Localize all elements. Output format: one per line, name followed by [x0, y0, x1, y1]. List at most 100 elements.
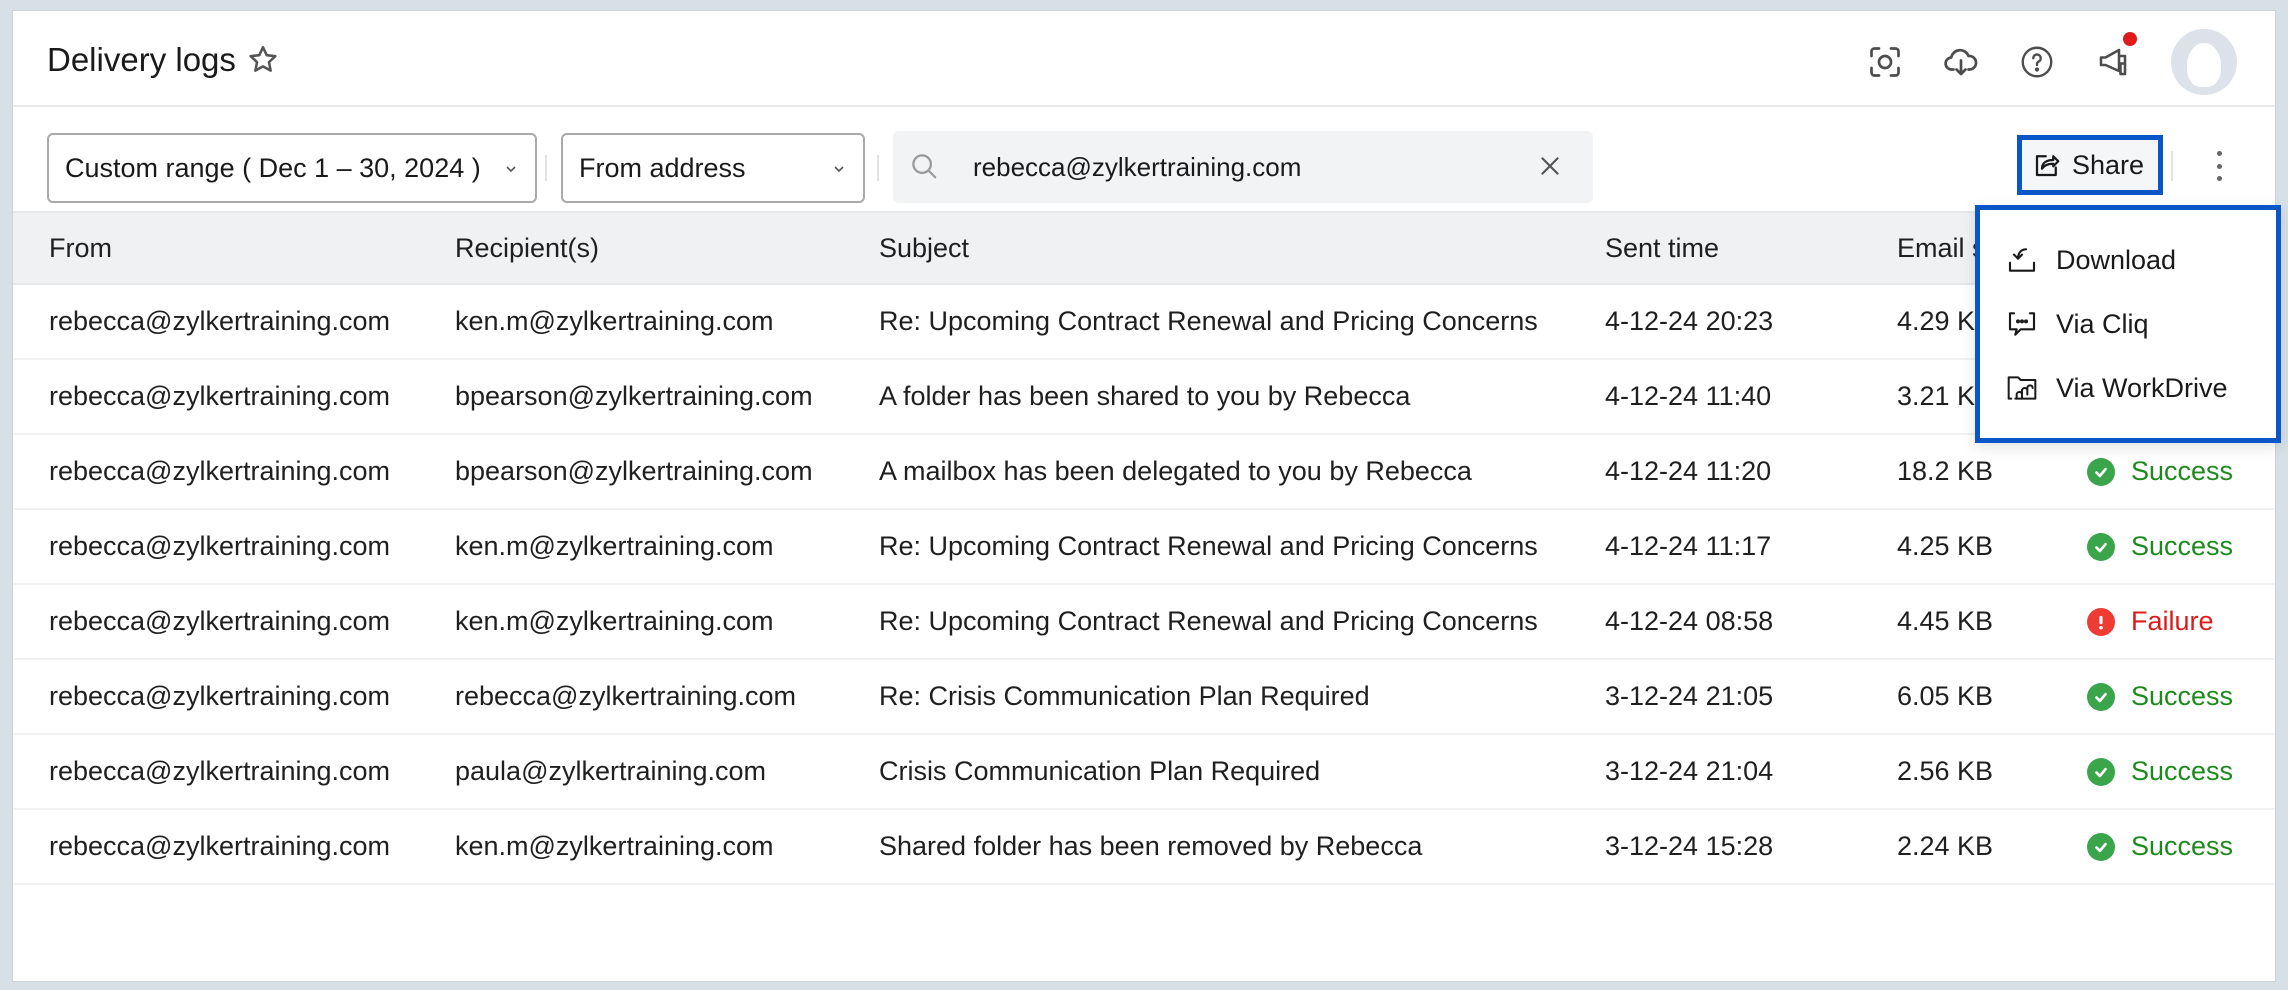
download-icon: [2008, 248, 2036, 272]
table-row[interactable]: rebecca@zylkertraining.com ken.m@zylkertr…: [13, 810, 2275, 885]
cell-subject: Re: Upcoming Contract Renewal and Pricin…: [879, 531, 1538, 561]
cell-status: Success: [2087, 735, 2233, 808]
more-options-icon[interactable]: [2209, 151, 2229, 181]
cloud-download-icon[interactable]: [1943, 44, 1979, 80]
table-body: rebecca@zylkertraining.com ken.m@zylkertr…: [13, 285, 2275, 885]
status-label: Success: [2131, 531, 2234, 561]
cell-from: rebecca@zylkertraining.com: [49, 606, 391, 636]
share-icon: [2035, 155, 2060, 177]
cell-from: rebecca@zylkertraining.com: [49, 456, 391, 486]
cell-subject: A folder has been shared to you by Rebec…: [879, 381, 1411, 411]
cell-subject: Re: Upcoming Contract Renewal and Pricin…: [879, 606, 1538, 636]
share-menu-label: Download: [2056, 244, 2177, 275]
cell-sent-time: 4-12-24 11:17: [1605, 531, 1772, 561]
column-header-from[interactable]: From: [49, 213, 112, 283]
cell-email-size: 2.56 KB: [1897, 756, 1994, 786]
date-range-value: Custom range ( Dec 1 – 30, 2024 ): [65, 152, 481, 183]
cell-email-size: 18.2 KB: [1897, 456, 1994, 486]
share-button[interactable]: Share: [2017, 135, 2163, 195]
cell-status: Success: [2087, 435, 2233, 508]
filter-field-select[interactable]: From address: [561, 133, 865, 203]
date-range-select[interactable]: Custom range ( Dec 1 – 30, 2024 ): [47, 133, 537, 203]
cell-email-size: 4.25 KB: [1897, 531, 1994, 561]
help-icon[interactable]: [2019, 44, 2055, 80]
page-title: Delivery logs: [47, 41, 236, 78]
cell-recipient: ken.m@zylkertraining.com: [455, 831, 774, 861]
cell-recipient: bpearson@zylkertraining.com: [455, 381, 813, 411]
cell-sent-time: 3-12-24 15:28: [1605, 831, 1774, 861]
cell-sent-time: 4-12-24 20:23: [1605, 306, 1774, 336]
table-row[interactable]: rebecca@zylkertraining.com bpearson@zylke…: [13, 435, 2275, 510]
share-label: Share: [2072, 149, 2145, 180]
cell-status: Failure: [2087, 585, 2214, 658]
cell-sent-time: 4-12-24 11:40: [1605, 381, 1772, 411]
table-row[interactable]: rebecca@zylkertraining.com rebecca@zylker…: [13, 660, 2275, 735]
cell-from: rebecca@zylkertraining.com: [49, 681, 391, 711]
cell-recipient: ken.m@zylkertraining.com: [455, 306, 774, 336]
share-menu-item-download[interactable]: Download: [2006, 238, 2176, 282]
chevron-down-icon: [834, 166, 844, 173]
star-icon[interactable]: [246, 43, 280, 77]
table-header: From Recipient(s) Subject Sent time Emai…: [13, 211, 2275, 285]
page-title-wrap: Delivery logs: [47, 41, 280, 79]
cell-recipient: bpearson@zylkertraining.com: [455, 456, 813, 486]
cell-from: rebecca@zylkertraining.com: [49, 381, 391, 411]
cell-subject: A mailbox has been delegated to you by R…: [879, 456, 1472, 486]
cell-sent-time: 4-12-24 11:20: [1605, 456, 1772, 486]
status-label: Success: [2131, 681, 2234, 711]
workdrive-folder-icon: [2007, 376, 2037, 400]
screenshot-icon[interactable]: [1867, 44, 1903, 80]
share-menu-item-cliq[interactable]: Via Cliq: [2006, 302, 2149, 346]
table-row[interactable]: rebecca@zylkertraining.com ken.m@zylkertr…: [13, 285, 2275, 360]
cell-recipient: rebecca@zylkertraining.com: [455, 681, 797, 711]
clear-search-icon[interactable]: [1537, 153, 1563, 179]
table-row[interactable]: rebecca@zylkertraining.com paula@zylkertr…: [13, 735, 2275, 810]
share-menu-item-workdrive[interactable]: Via WorkDrive: [2006, 366, 2228, 410]
app-window: Delivery logs Custom range ( Dec 1 – 30,…: [12, 10, 2281, 982]
cell-subject: Re: Upcoming Contract Renewal and Pricin…: [879, 306, 1538, 336]
cell-sent-time: 3-12-24 21:04: [1605, 756, 1774, 786]
column-header-subject[interactable]: Subject: [879, 213, 969, 283]
column-header-recipients[interactable]: Recipient(s): [455, 213, 599, 283]
status-label: Success: [2131, 831, 2234, 861]
cell-email-size: 2.24 KB: [1897, 831, 1994, 861]
cell-sent-time: 4-12-24 08:58: [1605, 606, 1774, 636]
notification-dot: [2123, 32, 2137, 46]
filter-field-value: From address: [579, 152, 746, 183]
divider: [2171, 151, 2173, 181]
cell-subject: Re: Crisis Communication Plan Required: [879, 681, 1370, 711]
search-input[interactable]: [973, 143, 1513, 191]
success-check-icon: [2087, 757, 2115, 786]
share-menu-label: Via Cliq: [2056, 308, 2149, 339]
chevron-down-icon: [506, 166, 516, 173]
cell-email-size: 6.05 KB: [1897, 681, 1994, 711]
success-check-icon: [2087, 457, 2115, 486]
header-actions: [1867, 29, 2237, 95]
cell-from: rebecca@zylkertraining.com: [49, 756, 391, 786]
announcement-icon[interactable]: [2095, 32, 2137, 80]
table-row[interactable]: rebecca@zylkertraining.com bpearson@zylke…: [13, 360, 2275, 435]
avatar[interactable]: [2171, 29, 2237, 95]
cell-email-size: 4.45 KB: [1897, 606, 1994, 636]
table-row[interactable]: rebecca@zylkertraining.com ken.m@zylkertr…: [13, 510, 2275, 585]
column-header-sent-time[interactable]: Sent time: [1605, 213, 1719, 283]
cell-sent-time: 3-12-24 21:05: [1605, 681, 1774, 711]
cell-status: Success: [2087, 810, 2233, 883]
status-label: Success: [2131, 456, 2234, 486]
divider: [877, 155, 879, 181]
share-menu: Download Via Cliq Via WorkDrive: [1975, 205, 2281, 443]
cell-status: Success: [2087, 660, 2233, 733]
status-label: Success: [2131, 756, 2234, 786]
failure-alert-icon: [2087, 607, 2115, 636]
filter-toolbar: Custom range ( Dec 1 – 30, 2024 ) From a…: [13, 107, 2275, 207]
status-label: Failure: [2131, 606, 2214, 636]
cell-subject: Crisis Communication Plan Required: [879, 756, 1321, 786]
cell-from: rebecca@zylkertraining.com: [49, 306, 391, 336]
cell-recipient: ken.m@zylkertraining.com: [455, 531, 774, 561]
cell-status: Success: [2087, 510, 2233, 583]
table-row[interactable]: rebecca@zylkertraining.com ken.m@zylkertr…: [13, 585, 2275, 660]
page-header: Delivery logs: [13, 11, 2275, 107]
success-check-icon: [2087, 682, 2115, 711]
success-check-icon: [2087, 832, 2115, 861]
cell-from: rebecca@zylkertraining.com: [49, 531, 391, 561]
